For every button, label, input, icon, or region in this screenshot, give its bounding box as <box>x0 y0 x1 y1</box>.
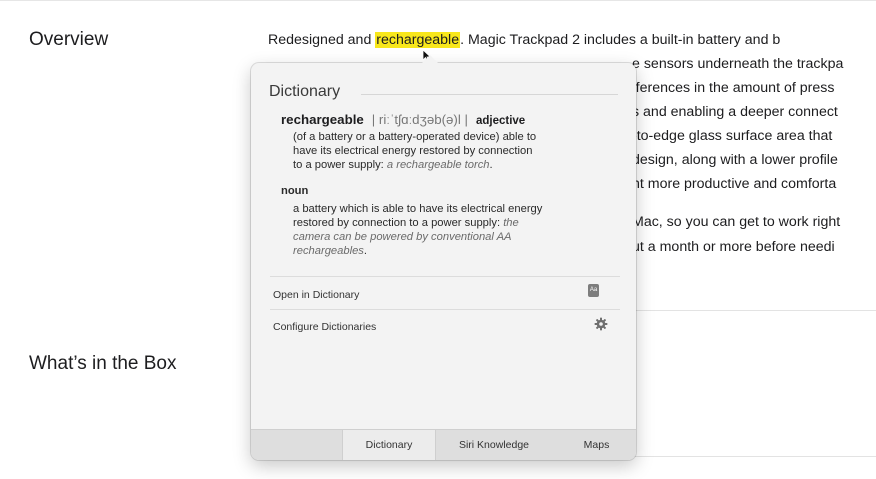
headword: rechargeable <box>281 112 364 127</box>
dictionary-popover: Dictionary rechargeable | riːˈtʃɑːdʒəb(ə)… <box>251 55 636 460</box>
configure-dictionaries-link[interactable]: Configure Dictionaries <box>273 321 376 333</box>
title-rule <box>361 94 618 95</box>
definition-text: to a power supply: <box>293 159 387 171</box>
usage-example: the <box>503 217 519 229</box>
part-of-speech-adjective: adjective <box>475 115 526 127</box>
part-of-speech-noun: noun <box>281 185 309 197</box>
article-line-8: Mac, so you can get to work right <box>632 214 841 230</box>
popover-title: Dictionary <box>269 83 341 100</box>
entry-header: rechargeable | riːˈtʃɑːdʒəb(ə)l | adjectiv… <box>281 112 525 127</box>
source-tab-bar: Dictionary Siri Knowledge Maps <box>251 429 636 460</box>
overview-heading: Overview <box>29 29 109 50</box>
top-rule <box>0 0 876 1</box>
pronunciation: | riːˈtʃɑːdʒəb(ə)l | <box>371 112 468 127</box>
dictionary-app-icon[interactable]: Aa <box>588 284 599 297</box>
definition-line: rechargeables. <box>293 244 542 258</box>
article-line-1: Redesigned and rechargeable. Magic Track… <box>268 32 780 48</box>
usage-example: camera can be powered by conventional AA <box>293 231 512 243</box>
article-line-9: ut a month or more before needi <box>632 239 835 255</box>
usage-example: a rechargeable torch <box>386 159 490 171</box>
definition-line: restored by connection to a power supply… <box>293 216 542 230</box>
tab-dictionary[interactable]: Dictionary <box>342 430 436 460</box>
divider <box>270 309 620 310</box>
usage-example: rechargeables <box>293 245 364 257</box>
definition-text: . <box>489 159 493 171</box>
article-line-6: design, along with a lower profile <box>632 152 838 168</box>
article-text: . Magic Trackpad 2 includes a built-in b… <box>460 32 781 48</box>
definition-line: (of a battery or a battery-operated devi… <box>293 131 537 143</box>
highlighted-word[interactable]: rechargeable <box>375 32 461 48</box>
article-line-2: e sensors underneath the trackpa <box>632 56 844 72</box>
section-divider <box>632 310 876 311</box>
definition-text: restored by connection to a power supply… <box>293 217 504 229</box>
article-line-4: s and enabling a deeper connect <box>632 104 838 120</box>
section-divider <box>632 456 876 457</box>
definition-line: have its electrical energy restored by c… <box>293 145 533 157</box>
popover-arrow <box>421 55 439 64</box>
article-line-5: -to-edge glass surface area that <box>632 128 833 144</box>
whats-in-the-box-heading: What’s in the Box <box>29 353 177 374</box>
gear-icon[interactable] <box>594 317 608 331</box>
adjective-definition: (of a battery or a battery-operated devi… <box>293 130 536 172</box>
tab-maps[interactable]: Maps <box>569 430 624 460</box>
noun-definition: a battery which is able to have its elec… <box>293 202 542 258</box>
open-in-dictionary-link[interactable]: Open in Dictionary <box>273 289 359 301</box>
article-line-3: fferences in the amount of press <box>632 80 835 96</box>
divider <box>270 276 620 277</box>
definition-line: to a power supply: a rechargeable torch. <box>293 158 536 172</box>
article-text: Redesigned and <box>268 32 376 48</box>
article-line-7: nt more productive and comforta <box>632 176 837 192</box>
definition-line: a battery which is able to have its elec… <box>293 203 543 215</box>
definition-text: . <box>363 245 368 257</box>
tab-siri-knowledge[interactable]: Siri Knowledge <box>441 430 547 460</box>
